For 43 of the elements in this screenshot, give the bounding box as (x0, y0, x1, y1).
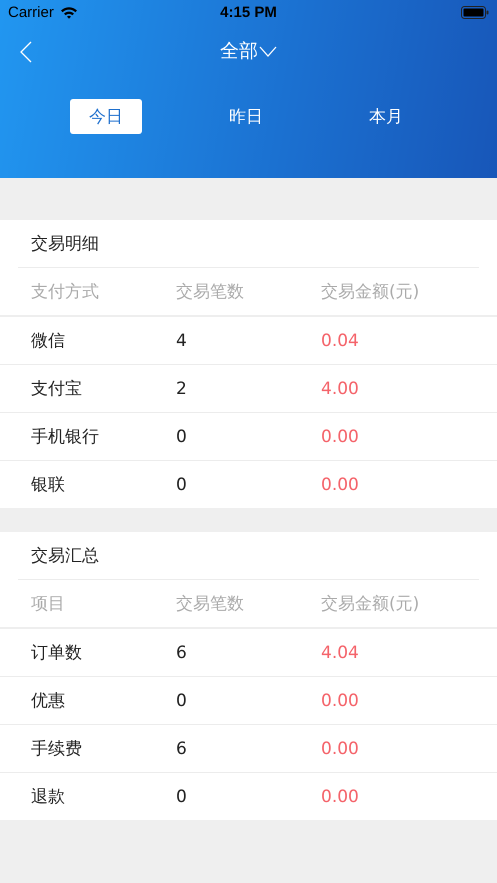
table-cell-text: 手机银行 (31, 426, 100, 448)
table-cell-text: 0 (176, 786, 188, 806)
table-cell-text: 0 (176, 474, 188, 494)
table-cell-text: 2 (176, 378, 188, 398)
table-cell-text: 优惠 (31, 690, 66, 712)
table-cell: 0.00 (321, 426, 359, 446)
table-cell: 0.00 (321, 474, 359, 494)
table-cell-text: 6 (176, 738, 188, 758)
battery-icon (461, 6, 489, 19)
column-header: 交易金额(元) (321, 593, 420, 615)
back-icon (20, 41, 32, 63)
table-cell-text: 4 (176, 330, 188, 350)
wifi-icon (60, 6, 78, 19)
column-header: 项目 (31, 593, 66, 615)
section-title: 交易汇总 (31, 545, 99, 567)
carrier-label: Carrier (8, 4, 54, 21)
period-tab[interactable]: 本月 (350, 99, 422, 134)
table-cell-text: 手续费 (31, 738, 83, 760)
clock-time: 4:15 PM (220, 4, 277, 21)
table-cell-text: 支付宝 (31, 378, 83, 400)
period-tab[interactable]: 昨日 (210, 99, 282, 134)
section-title: 交易明细 (31, 233, 99, 255)
back-button[interactable] (18, 39, 34, 65)
table-cell-text: 微信 (31, 330, 66, 352)
column-header: 交易笔数 (176, 281, 245, 303)
filter-dropdown[interactable]: 全部 (220, 38, 277, 64)
column-header: 交易笔数 (176, 593, 245, 615)
table-cell-text: 0 (176, 426, 188, 446)
column-header: 交易金额(元) (321, 281, 420, 303)
table-cell: 0.00 (321, 738, 359, 758)
table-cell: 4.04 (321, 642, 359, 662)
table-cell: 0.00 (321, 690, 359, 710)
table-cell: 0.04 (321, 330, 359, 350)
chevron-down-icon (259, 46, 277, 56)
column-header: 支付方式 (31, 281, 100, 303)
table-cell-text: 订单数 (31, 642, 83, 664)
table-cell-text: 退款 (31, 786, 66, 808)
table-cell-text: 0 (176, 690, 188, 710)
period-tab[interactable]: 今日 (70, 99, 142, 134)
table-cell: 0.00 (321, 786, 359, 806)
table-cell-text: 银联 (31, 474, 66, 496)
table-cell-text: 6 (176, 642, 188, 662)
table-cell: 4.00 (321, 378, 359, 398)
